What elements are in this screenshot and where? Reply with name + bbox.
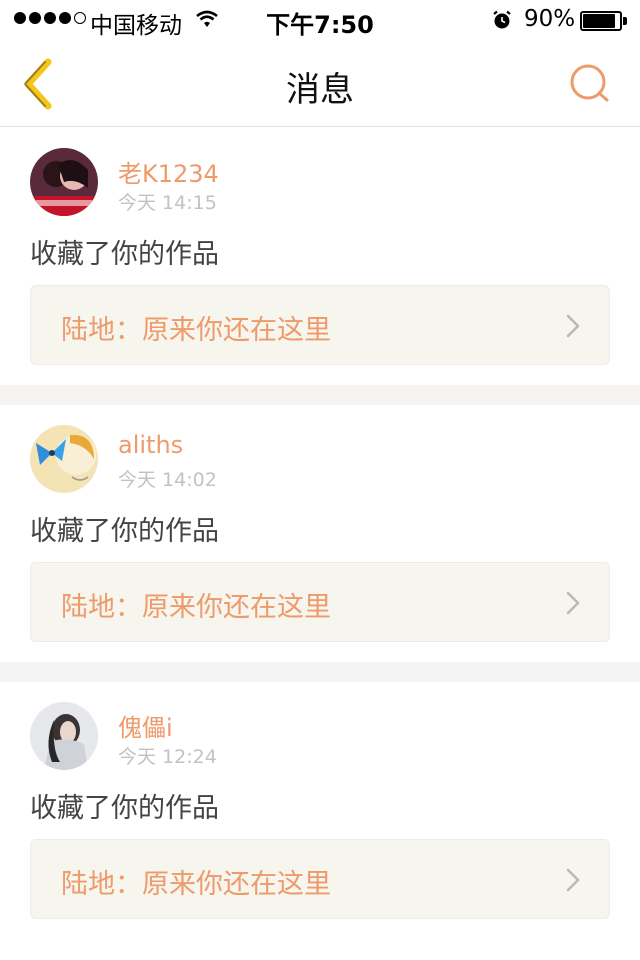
avatar-image bbox=[30, 425, 98, 493]
username[interactable]: aliths bbox=[118, 431, 183, 459]
work-title: 陆地：原来你还在这里 bbox=[61, 315, 331, 346]
chevron-right-icon bbox=[566, 868, 580, 892]
page-title: 消息 bbox=[286, 70, 354, 110]
work-link[interactable]: 陆地：原来你还在这里 bbox=[30, 562, 610, 642]
work-title: 陆地：原来你还在这里 bbox=[61, 592, 331, 623]
battery-icon bbox=[580, 11, 628, 31]
action-text: 收藏了你的作品 bbox=[30, 793, 219, 824]
timestamp: 今天 12:24 bbox=[118, 746, 217, 768]
avatar[interactable] bbox=[30, 425, 98, 493]
list-item: 傀儡i 今天 12:24 收藏了你的作品 陆地：原来你还在这里 bbox=[0, 682, 640, 939]
divider bbox=[0, 385, 640, 405]
search-button[interactable] bbox=[568, 62, 612, 106]
search-icon bbox=[570, 64, 609, 102]
timestamp: 今天 14:15 bbox=[118, 192, 217, 214]
username[interactable]: 老K1234 bbox=[118, 154, 219, 189]
nav-bar: 消息 bbox=[0, 40, 640, 127]
chevron-right-icon bbox=[566, 314, 580, 338]
alarm-clock-icon bbox=[493, 10, 511, 29]
avatar[interactable] bbox=[30, 148, 98, 216]
avatar-image bbox=[30, 702, 98, 770]
list-item: aliths 今天 14:02 收藏了你的作品 陆地：原来你还在这里 bbox=[0, 405, 640, 662]
avatar-image bbox=[30, 148, 98, 216]
divider bbox=[0, 662, 640, 682]
timestamp: 今天 14:02 bbox=[118, 469, 217, 491]
status-bar: 中国移动 下午7:50 90% bbox=[0, 0, 640, 40]
avatar[interactable] bbox=[30, 702, 98, 770]
list-item: 老K1234 今天 14:15 收藏了你的作品 陆地：原来你还在这里 bbox=[0, 128, 640, 385]
work-link[interactable]: 陆地：原来你还在这里 bbox=[30, 285, 610, 365]
work-link[interactable]: 陆地：原来你还在这里 bbox=[30, 839, 610, 919]
username[interactable]: 傀儡i bbox=[118, 708, 173, 743]
action-text: 收藏了你的作品 bbox=[30, 516, 219, 547]
chevron-right-icon bbox=[566, 591, 580, 615]
work-title: 陆地：原来你还在这里 bbox=[61, 869, 331, 900]
action-text: 收藏了你的作品 bbox=[30, 239, 219, 270]
message-list: 老K1234 今天 14:15 收藏了你的作品 陆地：原来你还在这里 alith… bbox=[0, 128, 640, 939]
battery-percent: 90% bbox=[524, 6, 576, 32]
